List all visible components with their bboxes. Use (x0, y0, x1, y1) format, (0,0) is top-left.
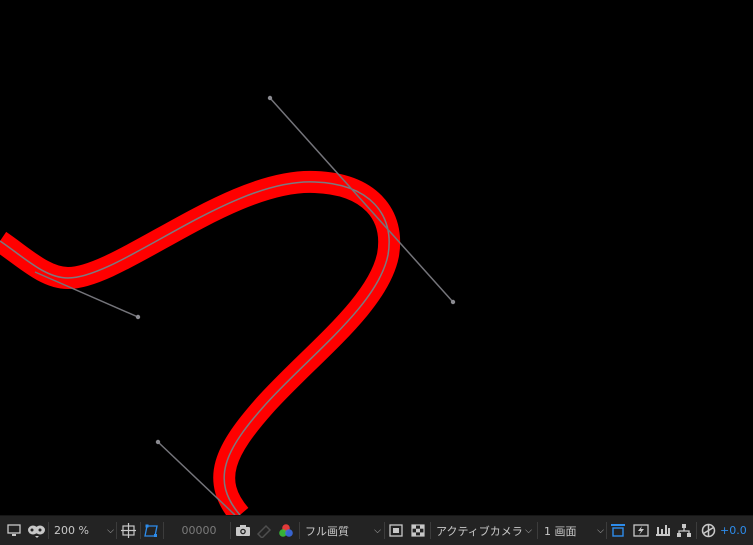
bezier-handle-line (269, 97, 454, 303)
exposure-icon[interactable] (701, 516, 716, 545)
timecode-value: 00000 (181, 524, 217, 537)
resolution-value: フル画質 (305, 524, 349, 538)
chevron-down-icon: ⌵ (107, 525, 114, 536)
resolution-dropdown[interactable]: フル画質 ⌵ (305, 516, 381, 545)
display-icon[interactable] (7, 516, 21, 545)
composition-viewer[interactable] (0, 0, 753, 515)
views-value: 1 画面 (544, 524, 577, 538)
region-icon[interactable] (143, 516, 159, 545)
show-snapshot-icon[interactable] (256, 516, 272, 545)
viewer-toolbar: 200 % ⌵ 00000 フル画質 ⌵ アクティブカメラ ⌵ 1 画面 ⌵ +… (0, 515, 753, 545)
timecode-field[interactable]: 00000 (170, 516, 228, 545)
bezier-handle-point[interactable] (135, 314, 141, 320)
chevron-down-icon: ⌵ (597, 525, 604, 536)
bezier-handle-point[interactable] (450, 299, 456, 305)
fast-preview-icon[interactable] (633, 516, 649, 545)
chevron-down-icon: ⌵ (525, 525, 532, 536)
composition-canvas[interactable] (0, 0, 753, 515)
channel-icon[interactable] (278, 516, 294, 545)
snapshot-icon[interactable] (235, 516, 251, 545)
toggle-view-icon[interactable] (610, 516, 626, 545)
exposure-value-text: +0.0 (720, 524, 747, 537)
grid-icon[interactable] (121, 516, 137, 545)
chevron-down-icon: ⌵ (374, 525, 381, 536)
zoom-value: 200 % (54, 524, 89, 537)
bezier-handle-point[interactable] (267, 95, 273, 101)
red-stroke-shape[interactable] (0, 170, 401, 515)
transparency-grid-icon[interactable] (411, 516, 425, 545)
mask-icon[interactable] (27, 516, 47, 545)
camera-value: アクティブカメラ (436, 524, 523, 538)
flowchart-icon[interactable] (676, 516, 692, 545)
timeline-icon[interactable] (655, 516, 671, 545)
camera-dropdown[interactable]: アクティブカメラ ⌵ (436, 516, 532, 545)
exposure-value[interactable]: +0.0 (720, 516, 747, 545)
bezier-handle-point[interactable] (155, 439, 161, 445)
zoom-dropdown[interactable]: 200 % ⌵ (54, 516, 114, 545)
fast-preview-icon[interactable] (389, 516, 403, 545)
views-dropdown[interactable]: 1 画面 ⌵ (544, 516, 604, 545)
